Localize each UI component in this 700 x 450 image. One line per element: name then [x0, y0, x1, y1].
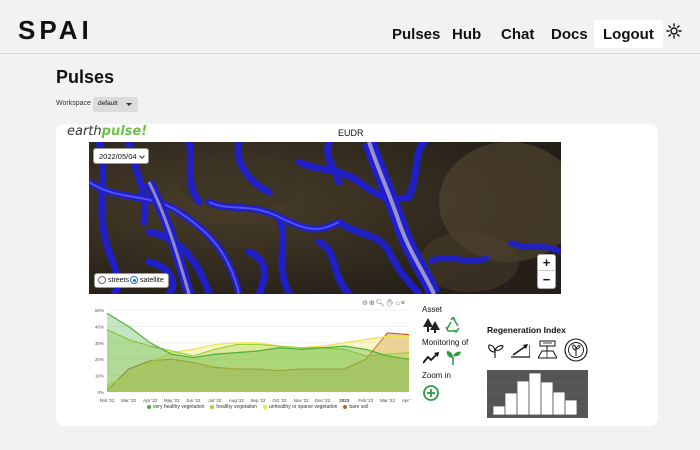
zoom-label: Zoom in [422, 371, 451, 380]
y-tick-label: 30% [95, 341, 104, 346]
x-tick-label: 2023 [339, 398, 350, 403]
x-tick-label: Sep '22 [250, 398, 266, 403]
chart-toolbar: ⊖⊕🔍︎✋︎⌂≡ [362, 299, 406, 307]
zoom-in-chart-icon[interactable]: ⊕ [369, 300, 376, 307]
legend-dot-icon [263, 405, 268, 409]
histogram-bar [504, 392, 518, 416]
histogram-bar [540, 381, 554, 416]
recycle-icon[interactable] [445, 317, 461, 333]
zoom-plus-icon[interactable] [423, 385, 439, 401]
x-tick-label: Feb '22 [100, 398, 115, 403]
x-axis: Feb '22 Mar '22 Apr '22 May '22 Jun '22 Jul '… [100, 398, 411, 403]
brand-suffix: pulse! [101, 124, 148, 139]
x-tick-label: Oct '22 [273, 398, 288, 403]
legend-item[interactable]: unhealthy or sparse vegetation [263, 404, 337, 410]
menu-icon[interactable]: ≡ [401, 300, 406, 307]
caret-down-icon [126, 103, 132, 106]
histogram-bar [492, 405, 506, 416]
pan-hand-icon[interactable]: ✋︎ [386, 300, 396, 307]
trend-up-icon[interactable] [423, 352, 439, 364]
brand-prefix: earth [67, 124, 102, 139]
histogram-bar [516, 380, 530, 416]
legend-label: bare soil [349, 404, 369, 410]
map-zoom-control: + − [537, 254, 556, 289]
legend-item[interactable]: very healthy vegetation [147, 404, 204, 410]
nav-hub[interactable]: Hub [452, 26, 481, 43]
magnify-icon[interactable]: 🔍︎ [376, 300, 386, 307]
y-tick-label: 50% [95, 308, 104, 313]
earthpulse-logo: earthpulse! [67, 124, 147, 139]
date-value: 2022/05/04 [99, 152, 137, 161]
workspace-select[interactable]: default [93, 97, 138, 112]
vegetation-chart: 0% 10% 20% 30% 40% 50% Feb '22 Mar '22 Apr '22 M… [89, 296, 411, 421]
x-tick-label: Dec '22 [315, 398, 331, 403]
legend-item[interactable]: bare soil [343, 404, 368, 410]
layer-streets-label: streets [108, 276, 130, 284]
x-tick-label: May '22 [164, 398, 180, 403]
workspace-label: Workspace [56, 100, 91, 107]
regeneration-histogram [487, 370, 588, 418]
map-imagery [89, 142, 561, 294]
workspace-value: default [98, 100, 118, 107]
legend-label: unhealthy or sparse vegetation [269, 404, 338, 410]
radio-icon[interactable] [98, 276, 106, 284]
nav-docs[interactable]: Docs [551, 26, 588, 43]
layer-option-satellite[interactable]: satellite [130, 276, 164, 284]
nav-pulses[interactable]: Pulses [392, 26, 440, 43]
settings-icon[interactable] [666, 23, 682, 39]
layer-switcher: streets satellite [94, 273, 169, 288]
x-tick-label: Mar '23 [380, 398, 395, 403]
legend-dot-icon [147, 405, 151, 409]
layer-option-streets[interactable]: streets [98, 276, 129, 284]
legend-dot-icon [210, 405, 215, 409]
histogram-bar [564, 399, 578, 416]
growth-ramp-icon[interactable] [511, 343, 530, 358]
globe-leaf-icon[interactable] [564, 338, 588, 362]
legend-dot-icon [343, 405, 348, 409]
sprout-icon[interactable] [446, 350, 461, 365]
x-tick-label: Apr '22 [143, 398, 158, 403]
card-title: EUDR [338, 128, 364, 138]
zoom-out-chart-icon[interactable]: ⊖ [362, 300, 369, 307]
nav-chat[interactable]: Chat [501, 26, 534, 43]
regeneration-index-title: Regeneration Index [487, 325, 566, 335]
x-tick-label: Jun '22 [186, 398, 201, 403]
layer-satellite-label: satellite [140, 276, 164, 284]
legend-label: healthy vegetation [216, 404, 258, 410]
asset-label: Asset [422, 305, 443, 314]
y-tick-label: 0% [97, 390, 104, 395]
x-tick-label: Jul '22 [208, 398, 221, 403]
histogram-bar [528, 372, 542, 416]
radio-selected-icon[interactable] [130, 276, 138, 284]
chevron-down-icon [139, 153, 145, 159]
x-tick-label: Feb '23 [358, 398, 373, 403]
land-parcel-icon[interactable] [538, 340, 557, 359]
satellite-map[interactable] [89, 142, 561, 294]
y-tick-label: 20% [95, 357, 104, 362]
legend-item[interactable]: healthy vegetation [210, 404, 257, 410]
chart-legend: very healthy vegetation healthy vegetati… [147, 404, 368, 410]
x-tick-label: Mar '22 [121, 398, 136, 403]
page-title: Pulses [56, 67, 115, 87]
x-tick-label: Nov '22 [294, 398, 310, 403]
histogram-bar [552, 391, 566, 416]
legend-label: very healthy vegetation [153, 404, 205, 410]
zoom-out-button[interactable]: − [538, 272, 555, 288]
y-tick-label: 40% [95, 324, 104, 329]
zoom-in-button[interactable]: + [538, 255, 555, 271]
monitoring-label: Monitoring of [422, 338, 469, 347]
date-select[interactable]: 2022/05/04 [93, 148, 149, 164]
plant-hand-icon[interactable] [487, 343, 504, 359]
app-logo[interactable]: SPAI [18, 15, 93, 46]
x-tick-label: Apr '23 [402, 398, 411, 403]
x-tick-label: Aug '22 [229, 398, 245, 403]
logout-button[interactable]: Logout [594, 20, 663, 48]
top-navbar: SPAI Pulses Hub Chat Docs Logout [0, 0, 700, 54]
y-tick-label: 10% [95, 374, 104, 379]
forest-icon[interactable] [423, 318, 440, 333]
